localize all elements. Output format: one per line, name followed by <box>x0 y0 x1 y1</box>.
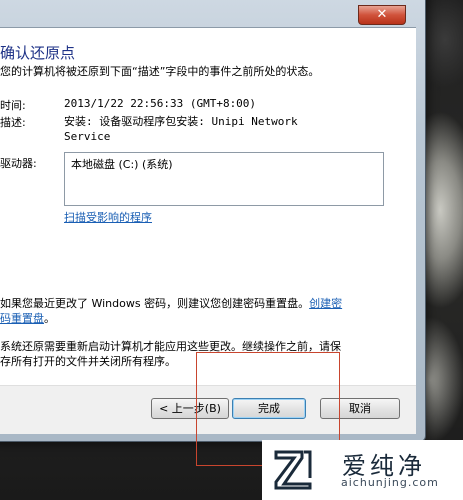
drives-label: 驱动器: <box>0 157 37 170</box>
drives-list[interactable]: 本地磁盘 (C:) (系统) <box>64 152 384 206</box>
password-note-text: 如果您最近更改了 Windows 密码，则建议您创建密码重置盘。 <box>0 297 310 310</box>
create-password-reset-disk-link-cont[interactable]: 码重置盘 <box>0 312 44 325</box>
drive-item-c[interactable]: 本地磁盘 (C:) (系统) <box>71 156 173 172</box>
description-value-line2: Service <box>64 130 111 143</box>
description-label: 描述: <box>0 116 26 129</box>
description-value-line1: 安装: 设备驱动程序包安装: Unipi Network <box>64 115 298 128</box>
time-value: 2013/1/22 22:56:33 (GMT+8:00) <box>64 97 257 110</box>
watermark-logo: 爱纯净 aichunjing.com <box>262 440 463 500</box>
logo-mark-icon <box>274 450 312 490</box>
restart-note-line2: 存所有打开的文件并关闭所有程序。 <box>0 355 176 368</box>
create-password-reset-disk-link[interactable]: 创建密 <box>309 297 342 310</box>
page-title: 确认还原点 <box>0 44 76 62</box>
close-button[interactable]: ✕ <box>358 5 406 25</box>
password-note: 如果您最近更改了 Windows 密码，则建议您创建密码重置盘。创建密码重置盘。 <box>0 296 382 326</box>
page-subtitle: 您的计算机将被还原到下面“描述”字段中的事件之前所处的状态。 <box>0 65 320 78</box>
time-label: 时间: <box>0 99 26 112</box>
password-note-end: 。 <box>44 312 55 325</box>
scan-affected-programs-link[interactable]: 扫描受影响的程序 <box>64 209 152 225</box>
watermark-en: aichunjing.com <box>341 476 439 489</box>
